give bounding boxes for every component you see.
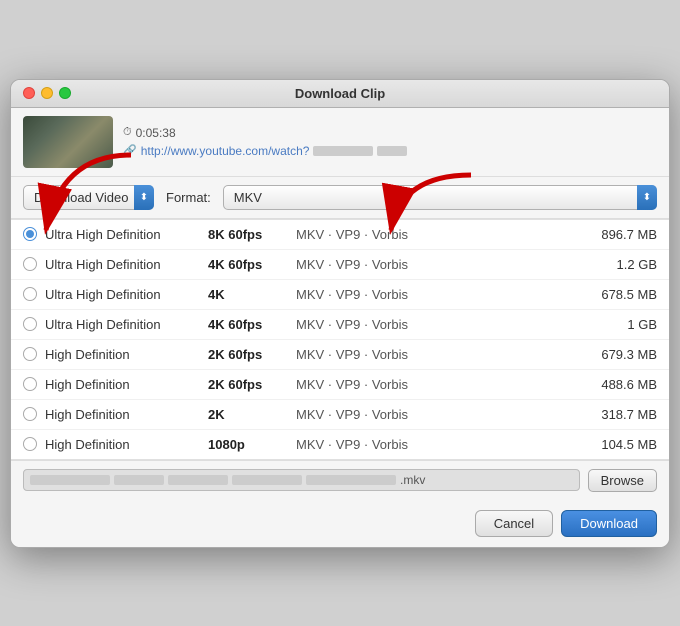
download-type-wrapper: Download Video Download Audio ⬍ (23, 185, 154, 210)
option-quality-0: Ultra High Definition (45, 227, 200, 242)
option-resolution-1: 4K 60fps (208, 257, 288, 272)
option-codec-0: MKV · VP9 · Vorbis (296, 227, 579, 242)
option-quality-7: High Definition (45, 437, 200, 452)
maximize-button[interactable] (59, 87, 71, 99)
option-row-4[interactable]: High Definition 2K 60fps MKV · VP9 · Vorbi… (11, 340, 669, 370)
clock-icon: ⏱ (123, 126, 132, 139)
option-size-7: 104.5 MB (587, 437, 657, 452)
option-resolution-5: 2K 60fps (208, 377, 288, 392)
footer-path-bar: .mkv Browse (11, 460, 669, 500)
option-codec-6: MKV · VP9 · Vorbis (296, 407, 579, 422)
action-bar: Cancel Download (11, 500, 669, 547)
option-size-4: 679.3 MB (587, 347, 657, 362)
main-window: Download Clip ⏱ 0:05:38 🔗 http://www.you… (10, 79, 670, 548)
path-display: .mkv (23, 469, 580, 491)
radio-btn-1[interactable] (23, 257, 37, 271)
option-size-3: 1 GB (587, 317, 657, 332)
option-codec-5: MKV · VP9 · Vorbis (296, 377, 579, 392)
options-list: Ultra High Definition 8K 60fps MKV · VP9 ·… (11, 219, 669, 460)
option-row-3[interactable]: Ultra High Definition 4K 60fps MKV · VP9 ·… (11, 310, 669, 340)
close-button[interactable] (23, 87, 35, 99)
url-text: http://www.youtube.com/watch? (141, 144, 310, 158)
option-row-6[interactable]: High Definition 2K MKV · VP9 · Vorbis 318.7… (11, 400, 669, 430)
link-icon: 🔗 (123, 144, 137, 157)
top-info-bar: ⏱ 0:05:38 🔗 http://www.youtube.com/watch… (11, 108, 669, 177)
option-resolution-6: 2K (208, 407, 288, 422)
radio-btn-0[interactable] (23, 227, 37, 241)
path-segments (30, 475, 396, 485)
minimize-button[interactable] (41, 87, 53, 99)
radio-btn-2[interactable] (23, 287, 37, 301)
path-seg-1 (30, 475, 110, 485)
option-codec-7: MKV · VP9 · Vorbis (296, 437, 579, 452)
option-row-0[interactable]: Ultra High Definition 8K 60fps MKV · VP9 ·… (11, 220, 669, 250)
format-label: Format: (166, 190, 211, 205)
option-row-5[interactable]: High Definition 2K 60fps MKV · VP9 · Vorbi… (11, 370, 669, 400)
url-info[interactable]: 🔗 http://www.youtube.com/watch? (123, 144, 407, 158)
option-quality-5: High Definition (45, 377, 200, 392)
option-size-5: 488.6 MB (587, 377, 657, 392)
option-quality-6: High Definition (45, 407, 200, 422)
option-size-2: 678.5 MB (587, 287, 657, 302)
option-codec-4: MKV · VP9 · Vorbis (296, 347, 579, 362)
option-resolution-2: 4K (208, 287, 288, 302)
option-quality-2: Ultra High Definition (45, 287, 200, 302)
option-codec-2: MKV · VP9 · Vorbis (296, 287, 579, 302)
path-seg-3 (168, 475, 228, 485)
path-seg-2 (114, 475, 164, 485)
traffic-lights (23, 87, 71, 99)
option-quality-3: Ultra High Definition (45, 317, 200, 332)
duration-info: ⏱ 0:05:38 (123, 126, 407, 140)
controls-bar: Download Video Download Audio ⬍ Format: … (11, 177, 669, 219)
url-blur-2 (377, 146, 407, 156)
download-button[interactable]: Download (561, 510, 657, 537)
option-resolution-7: 1080p (208, 437, 288, 452)
option-row-1[interactable]: Ultra High Definition 4K 60fps MKV · VP9 ·… (11, 250, 669, 280)
option-row-7[interactable]: High Definition 1080p MKV · VP9 · Vorbis 10… (11, 430, 669, 459)
radio-btn-5[interactable] (23, 377, 37, 391)
radio-btn-7[interactable] (23, 437, 37, 451)
option-codec-3: MKV · VP9 · Vorbis (296, 317, 579, 332)
cancel-button[interactable]: Cancel (475, 510, 553, 537)
window-title: Download Clip (295, 86, 385, 101)
titlebar: Download Clip (11, 80, 669, 108)
option-resolution-0: 8K 60fps (208, 227, 288, 242)
option-size-1: 1.2 GB (587, 257, 657, 272)
option-size-0: 896.7 MB (587, 227, 657, 242)
path-seg-5 (306, 475, 396, 485)
path-extension: .mkv (400, 473, 425, 487)
duration-value: 0:05:38 (136, 126, 176, 140)
format-select-wrapper: MKV MP4 AVI MOV ⬍ (223, 185, 657, 210)
video-thumbnail (23, 116, 113, 168)
option-resolution-3: 4K 60fps (208, 317, 288, 332)
option-resolution-4: 2K 60fps (208, 347, 288, 362)
option-quality-4: High Definition (45, 347, 200, 362)
radio-btn-4[interactable] (23, 347, 37, 361)
radio-btn-3[interactable] (23, 317, 37, 331)
option-row-2[interactable]: Ultra High Definition 4K MKV · VP9 · Vorbi… (11, 280, 669, 310)
url-blur-1 (313, 146, 373, 156)
download-type-select[interactable]: Download Video Download Audio (23, 185, 154, 210)
path-seg-4 (232, 475, 302, 485)
option-codec-1: MKV · VP9 · Vorbis (296, 257, 579, 272)
radio-btn-6[interactable] (23, 407, 37, 421)
format-select[interactable]: MKV MP4 AVI MOV (223, 185, 657, 210)
option-quality-1: Ultra High Definition (45, 257, 200, 272)
browse-button[interactable]: Browse (588, 469, 657, 492)
option-size-6: 318.7 MB (587, 407, 657, 422)
